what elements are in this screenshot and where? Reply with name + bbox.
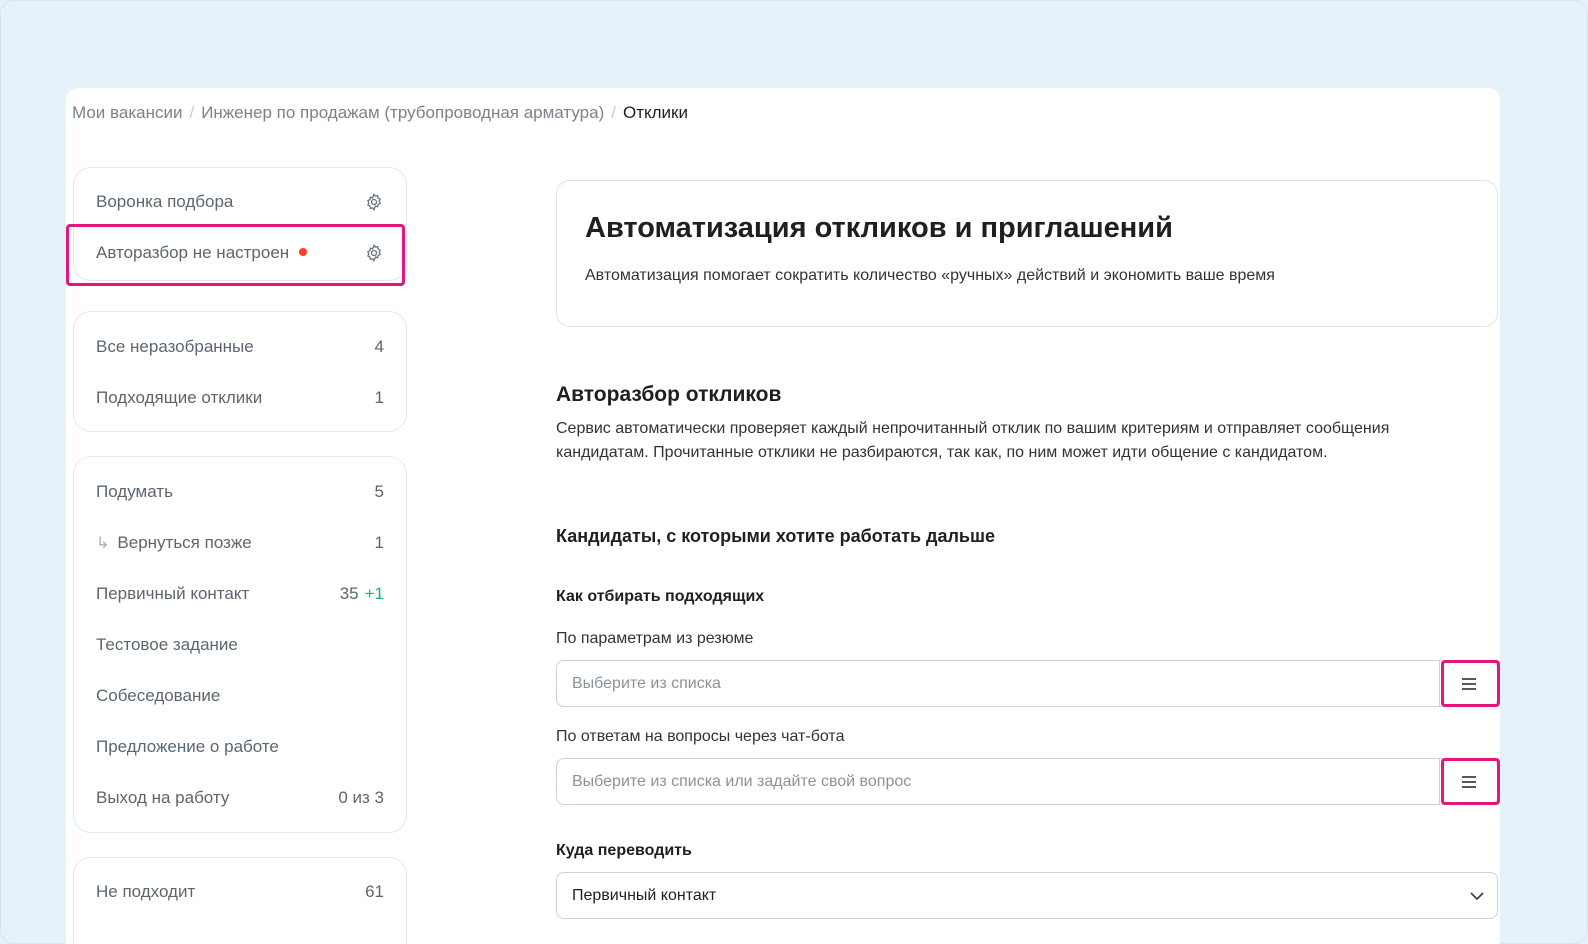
- item-count: 1: [374, 533, 384, 552]
- sidebar-item-label: Не подходит: [96, 882, 196, 901]
- sidebar-item-label: Все неразобранные: [96, 337, 254, 356]
- sub-arrow-icon: ↳: [96, 535, 110, 552]
- sidebar-item-offer[interactable]: Предложение о работе: [96, 735, 384, 759]
- breadcrumb-separator: /: [189, 103, 195, 122]
- resume-params-label: По параметрам из резюме: [556, 630, 754, 647]
- sidebar-item-label: Собеседование: [96, 686, 221, 705]
- sidebar-item-label: Предложение о работе: [96, 737, 279, 756]
- sidebar-item-return-later[interactable]: ↳ Вернуться позже 1: [96, 531, 384, 555]
- chatbot-label: По ответам на вопросы через чат-бота: [556, 728, 845, 745]
- sidebar-item-label: Подумать: [96, 482, 173, 501]
- sidebar-item-suitable[interactable]: Подходящие отклики 1: [96, 386, 384, 410]
- content-sheet: Мои вакансии / Инженер по продажам (трубоп…: [66, 88, 1500, 944]
- resume-params-input[interactable]: Выберите из списка: [556, 660, 1498, 707]
- new-count-badge: +1: [364, 584, 384, 603]
- move-to-title: Куда переводить: [556, 842, 692, 859]
- highlight-box: [66, 224, 405, 286]
- chatbot-input[interactable]: Выберите из списка или задайте свой вопр…: [556, 758, 1498, 805]
- item-count: 5: [374, 482, 384, 501]
- select-value: Первичный контакт: [572, 886, 717, 904]
- sidebar-item-primary-contact[interactable]: Первичный контакт 35 +1: [96, 582, 384, 606]
- sidebar-stages-card: Подумать 5 ↳ Вернуться позже 1 Первичный …: [73, 456, 407, 833]
- gear-icon[interactable]: [364, 192, 384, 212]
- subsection-title: Кандидаты, с которыми хотите работать да…: [556, 526, 996, 546]
- sidebar-item-label: Подходящие отклики: [96, 388, 263, 407]
- sidebar-item-all-unsorted[interactable]: Все неразобранные 4: [96, 335, 384, 359]
- section-title: Авторазбор откликов: [556, 383, 782, 406]
- chevron-down-icon: [1470, 891, 1484, 900]
- item-count: 1: [374, 388, 384, 407]
- sidebar-item-test-task[interactable]: Тестовое задание: [96, 633, 384, 657]
- highlight-box: [1441, 660, 1500, 707]
- section-description: Сервис автоматически проверяет каждый не…: [556, 420, 1390, 461]
- sidebar-item-interview[interactable]: Собеседование: [96, 684, 384, 708]
- sidebar-item-label: Выход на работу: [96, 788, 230, 807]
- input-placeholder: Выберите из списка: [572, 674, 721, 692]
- hero-subtitle: Автоматизация помогает сократить количес…: [585, 267, 1275, 284]
- sidebar-unsorted-card: Все неразобранные 4 Подходящие отклики 1: [73, 311, 407, 432]
- input-placeholder: Выберите из списка или задайте свой вопр…: [572, 772, 912, 790]
- field-group-title: Как отбирать подходящих: [556, 588, 765, 605]
- item-count: 61: [365, 882, 384, 901]
- sidebar-item-think[interactable]: Подумать 5: [96, 480, 384, 504]
- breadcrumb-my-vacancies[interactable]: Мои вакансии: [72, 103, 182, 122]
- breadcrumb-vacancy[interactable]: Инженер по продажам (трубопроводная арма…: [201, 103, 604, 122]
- main-content: Автоматизация откликов и приглашений Авт…: [556, 88, 1500, 944]
- sidebar-item-label: Вернуться позже: [117, 533, 252, 552]
- sidebar-item-start-work[interactable]: Выход на работу 0 из 3: [96, 786, 384, 810]
- item-count: 4: [374, 337, 384, 356]
- sidebar-item-label: Воронка подбора: [96, 192, 234, 211]
- sidebar-item-not-suitable[interactable]: Не подходит 61: [96, 880, 384, 904]
- move-to-select[interactable]: Первичный контакт: [556, 872, 1498, 919]
- sidebar-item-label: Первичный контакт: [96, 584, 250, 603]
- sidebar-rejected-card: Не подходит 61: [73, 857, 407, 944]
- sidebar-item-label: Тестовое задание: [96, 635, 238, 654]
- page-title: Автоматизация откликов и приглашений: [585, 212, 1173, 244]
- automation-hero-card: Автоматизация откликов и приглашений Авт…: [556, 180, 1498, 327]
- highlight-box: [1441, 758, 1500, 805]
- sidebar-item-funnel[interactable]: Воронка подбора: [96, 190, 384, 214]
- item-count: 0 из 3: [338, 788, 384, 807]
- item-count: 35: [339, 584, 359, 603]
